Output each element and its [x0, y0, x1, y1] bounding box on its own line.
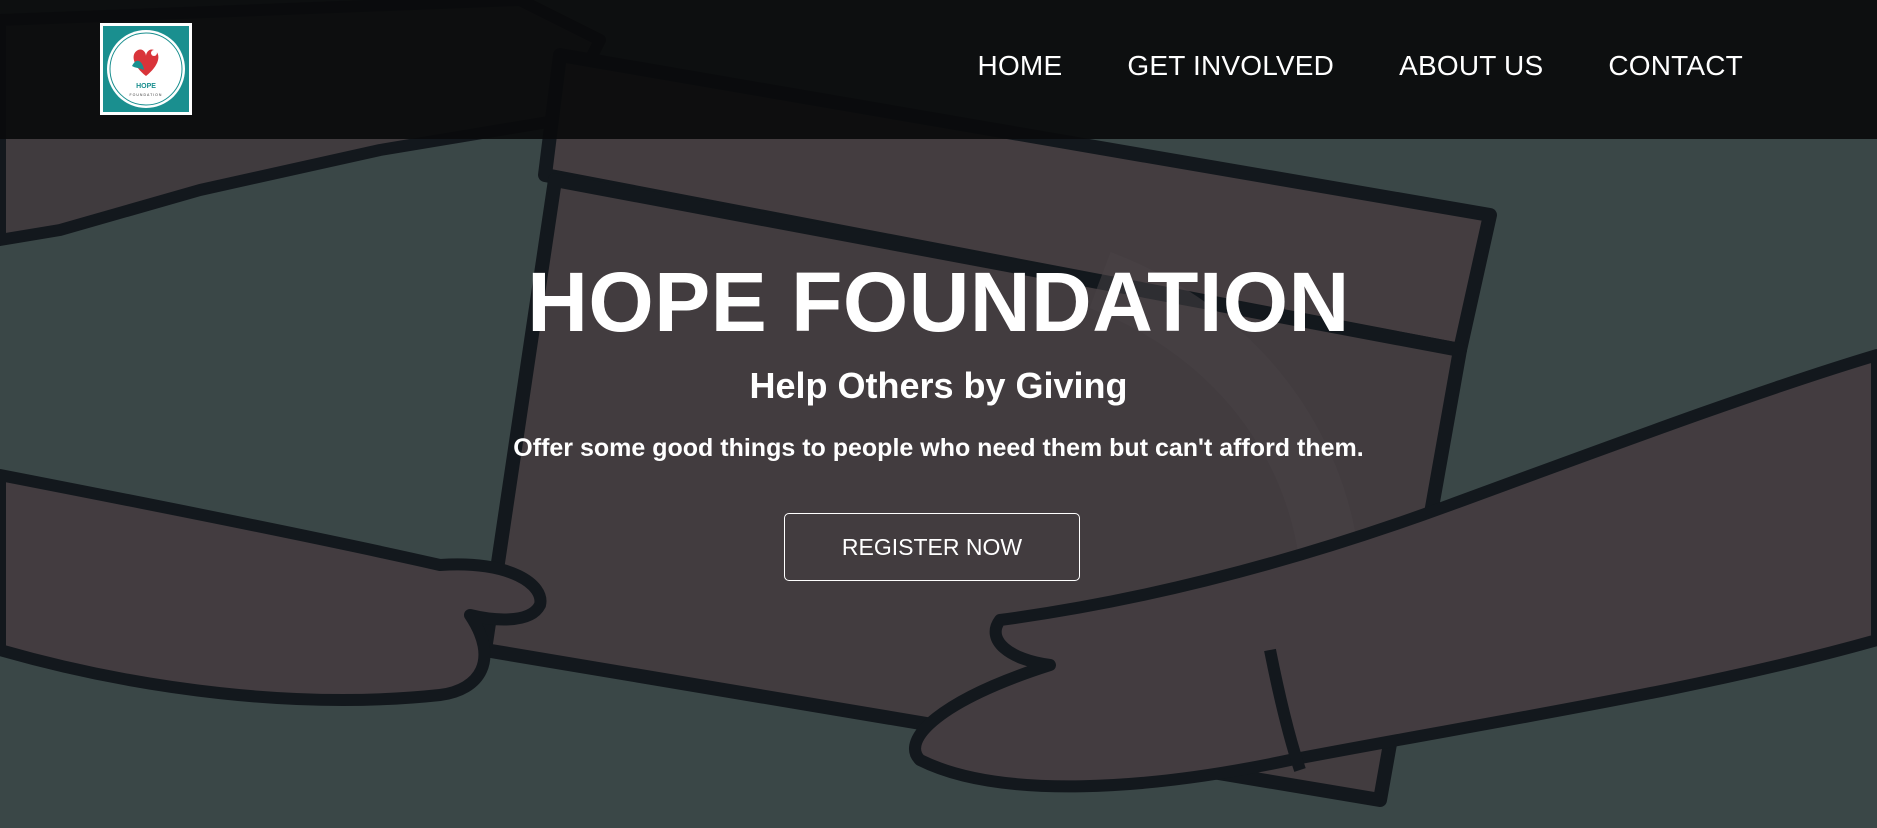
- register-now-button[interactable]: REGISTER NOW: [784, 513, 1080, 581]
- hero-tagline: Offer some good things to people who nee…: [513, 434, 1364, 462]
- hero-title: HOPE FOUNDATION: [527, 255, 1350, 349]
- hero-subtitle: Help Others by Giving: [749, 365, 1128, 406]
- hero-section: HOPE FOUNDATION Help Others by Giving Of…: [0, 0, 1877, 828]
